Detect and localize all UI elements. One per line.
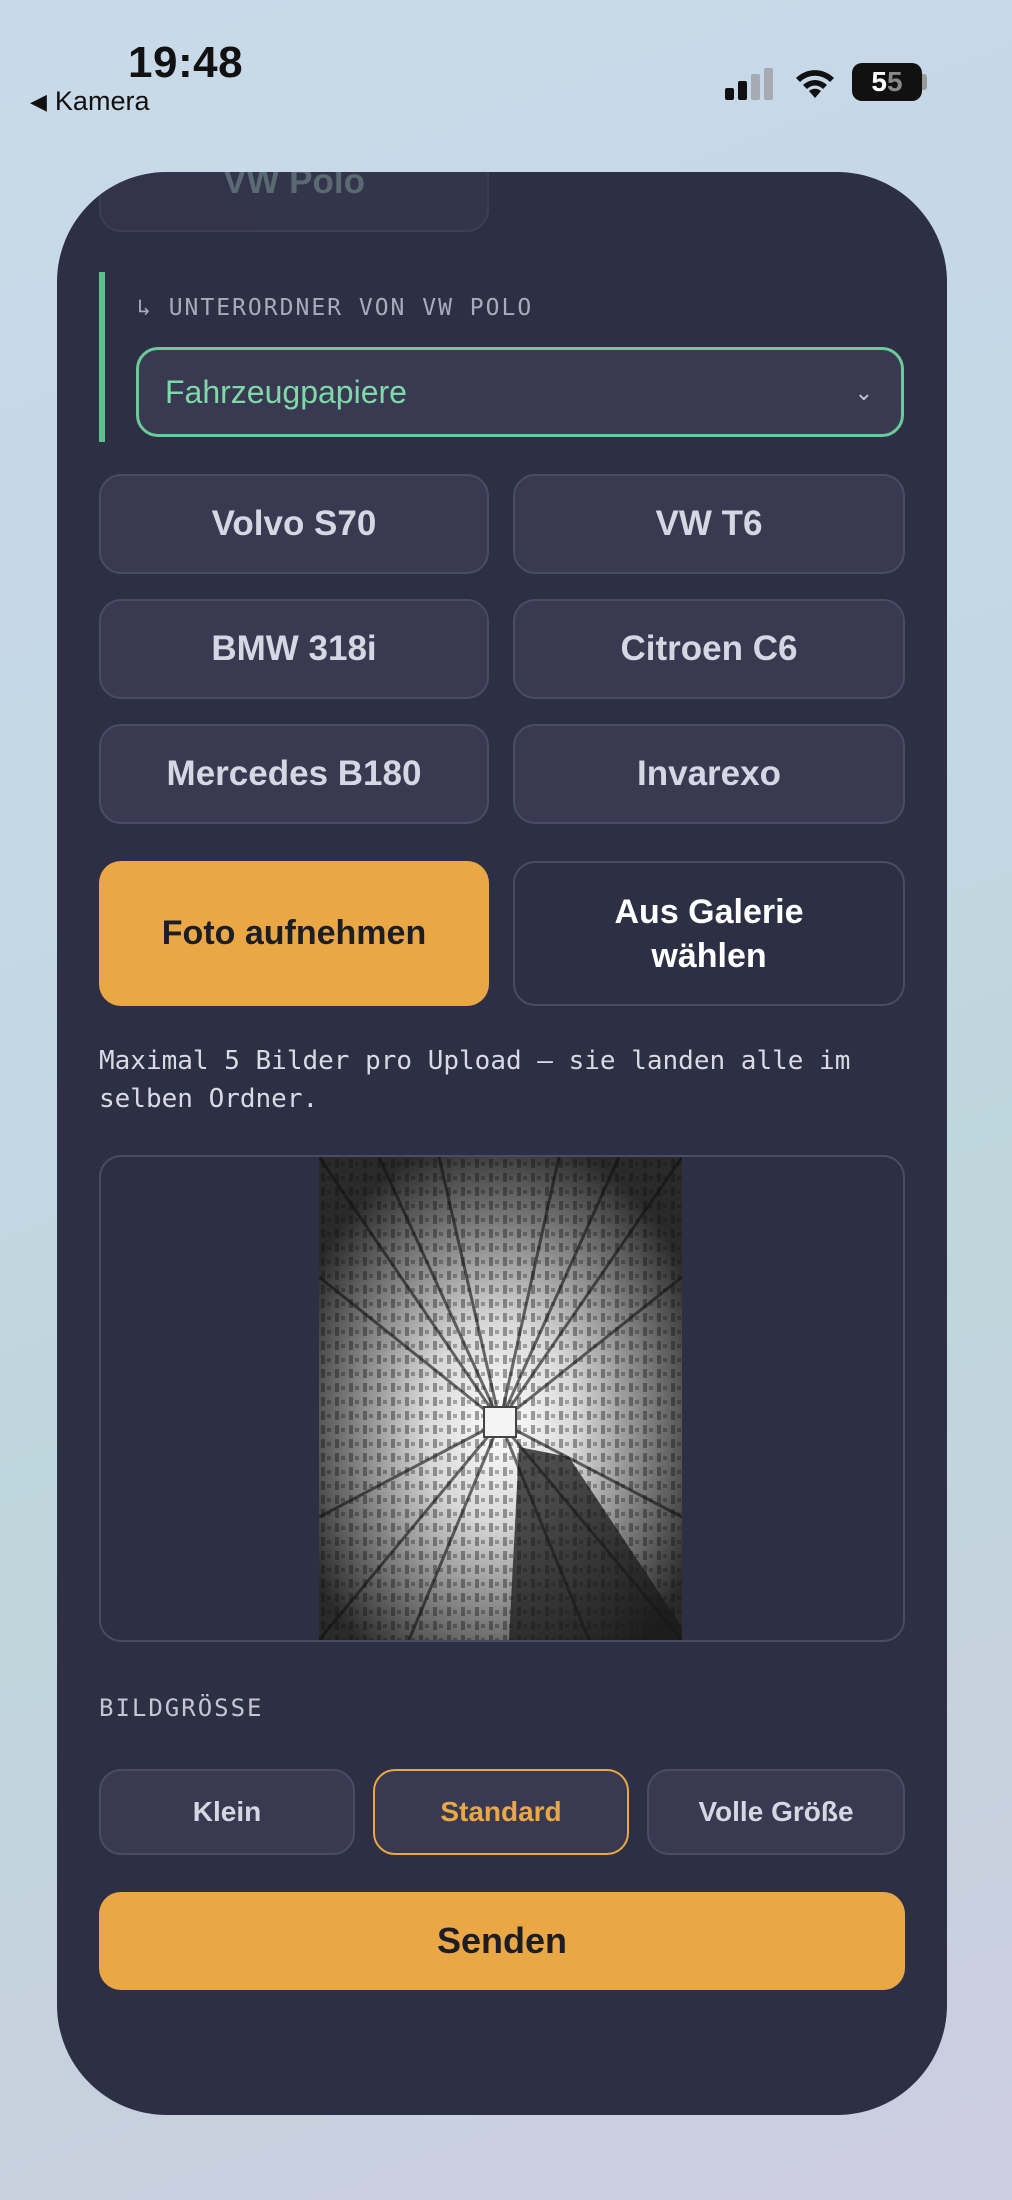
image-size-label: BILDGRÖSSE [99,1694,264,1722]
upload-limit-note: Maximal 5 Bilder pro Upload – sie landen… [99,1046,851,1114]
size-option-label: Volle Größe [698,1796,854,1827]
folder-button-vw-polo[interactable]: VW Polo [99,172,489,232]
size-option-standard[interactable]: Standard [373,1769,629,1855]
folder-button-volvo-s70[interactable]: Volvo S70 [99,474,489,574]
battery-tip [922,74,927,90]
wifi-icon [796,70,834,98]
subfolder-indicator-bar [99,272,105,442]
take-photo-button[interactable]: Foto aufnehmen [99,861,489,1006]
folder-label: BMW 318i [211,629,377,668]
gallery-label-line1: Aus Galerie [614,892,804,931]
size-option-klein[interactable]: Klein [99,1769,355,1855]
subfolder-select[interactable]: Fahrzeugpapiere ⌄ [136,347,904,437]
folder-button-vw-t6[interactable]: VW T6 [513,474,905,574]
folder-button-mercedes-b180[interactable]: Mercedes B180 [99,724,489,824]
folder-label: Invarexo [637,754,781,793]
size-option-volle-groesse[interactable]: Volle Größe [647,1769,905,1855]
status-time: 19:48 [128,38,244,87]
folder-label: Citroen C6 [620,629,798,668]
folder-label: Mercedes B180 [166,754,422,793]
cellular-signal-icon [725,68,773,100]
battery-icon: 55 [852,63,922,101]
folder-label: VW T6 [655,504,763,543]
size-option-label: Standard [440,1796,562,1827]
back-to-camera-link[interactable]: ◀ Kamera [30,86,149,117]
upload-card: VW Polo ↳ UNTERORDNER VON VW POLO Fahrze… [57,172,947,2115]
gallery-button[interactable]: Aus Galerie wählen [513,861,905,1006]
take-photo-label: Foto aufnehmen [161,914,427,952]
chevron-down-icon: ⌄ [854,380,873,405]
subfolder-selected-value: Fahrzeugpapiere [165,373,407,410]
gallery-label-line2: wählen [651,936,767,975]
preview-photo[interactable] [319,1157,682,1640]
back-arrow-icon: ◀ [30,88,47,114]
folder-label: Volvo S70 [211,504,377,543]
folder-label: VW Polo [223,172,365,201]
battery-level: 55 [871,66,903,97]
folder-button-invarexo[interactable]: Invarexo [513,724,905,824]
size-option-label: Klein [192,1796,262,1827]
back-label: Kamera [54,86,150,116]
folder-button-citroen-c6[interactable]: Citroen C6 [513,599,905,699]
send-button[interactable]: Senden [99,1892,905,1990]
subfolder-label: ↳ UNTERORDNER VON VW POLO [137,295,534,321]
folder-button-bmw-318i[interactable]: BMW 318i [99,599,489,699]
send-label: Senden [436,1920,568,1961]
